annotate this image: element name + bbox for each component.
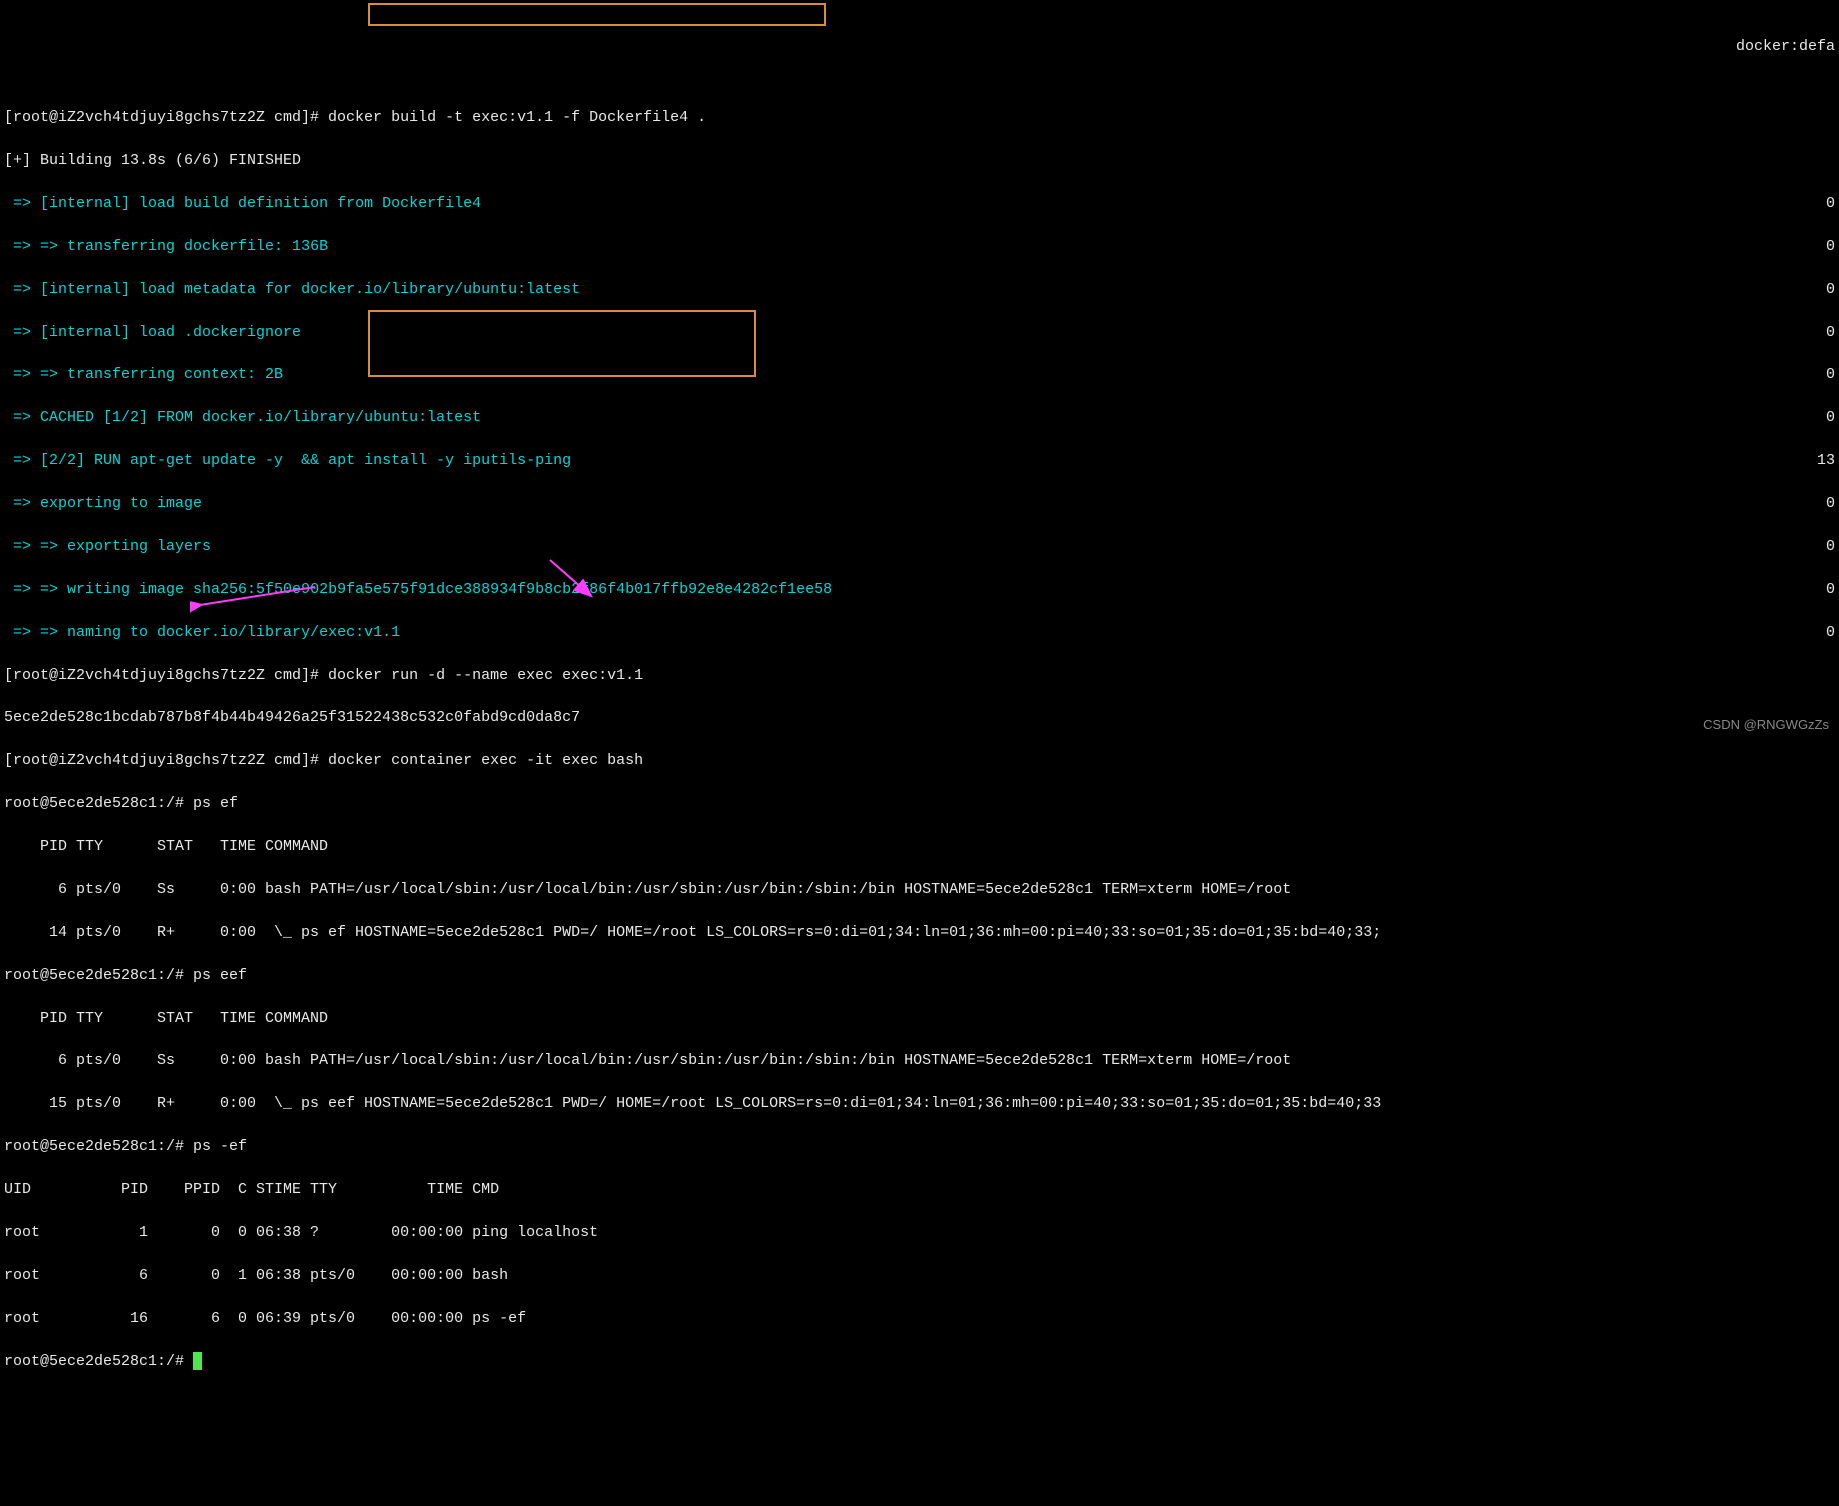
ps-row: root 1 0 0 06:38 ? 00:00:00 ping localho…	[4, 1222, 1835, 1243]
cursor-icon	[193, 1352, 202, 1370]
ps-row: root 6 0 1 06:38 pts/0 00:00:00 bash	[4, 1265, 1835, 1286]
cmd-ps-eef: root@5ece2de528c1:/# ps eef	[4, 965, 1835, 986]
ps-row: 6 pts/0 Ss 0:00 bash PATH=/usr/local/sbi…	[4, 879, 1835, 900]
ps-header: PID TTY STAT TIME COMMAND	[4, 1008, 1835, 1029]
cmd-run: [root@iZ2vch4tdjuyi8gchs7tz2Z cmd]# dock…	[4, 665, 1835, 686]
build-step: 0 => CACHED [1/2] FROM docker.io/library…	[4, 407, 1835, 428]
cmd-exec: [root@iZ2vch4tdjuyi8gchs7tz2Z cmd]# dock…	[4, 750, 1835, 771]
build-step: 0 => => writing image sha256:5f50e902b9f…	[4, 579, 1835, 600]
build-step: 0 => exporting to image	[4, 493, 1835, 514]
ps-row: root 16 6 0 06:39 pts/0 00:00:00 ps -ef	[4, 1308, 1835, 1329]
terminal-output[interactable]: [root@iZ2vch4tdjuyi8gchs7tz2Z cmd]# dock…	[0, 86, 1839, 1394]
build-step: 0 => [internal] load build definition fr…	[4, 193, 1835, 214]
build-step: 0 => => exporting layers	[4, 536, 1835, 557]
container-id: 5ece2de528c1bcdab787b8f4b44b49426a25f315…	[4, 707, 1835, 728]
build-step: 13 => [2/2] RUN apt-get update -y && apt…	[4, 450, 1835, 471]
build-status: [+] Building 13.8s (6/6) FINISHEDdocker:…	[4, 150, 1835, 171]
ps-row: 6 pts/0 Ss 0:00 bash PATH=/usr/local/sbi…	[4, 1050, 1835, 1071]
build-step: 0 => => transferring context: 2B	[4, 364, 1835, 385]
cmd-build: [root@iZ2vch4tdjuyi8gchs7tz2Z cmd]# dock…	[4, 107, 1835, 128]
watermark-text: CSDN @RNGWGzZs	[1703, 716, 1829, 735]
ps-header: PID TTY STAT TIME COMMAND	[4, 836, 1835, 857]
prompt-line[interactable]: root@5ece2de528c1:/#	[4, 1351, 1835, 1372]
build-step: 0 => [internal] load metadata for docker…	[4, 279, 1835, 300]
highlight-box-build	[368, 3, 826, 26]
cmd-ps-dash-ef: root@5ece2de528c1:/# ps -ef	[4, 1136, 1835, 1157]
ps-row: 14 pts/0 R+ 0:00 \_ ps ef HOSTNAME=5ece2…	[4, 922, 1835, 943]
build-step: 0 => [internal] load .dockerignore	[4, 322, 1835, 343]
ps-header: UID PID PPID C STIME TTY TIME CMD	[4, 1179, 1835, 1200]
cmd-ps-ef: root@5ece2de528c1:/# ps ef	[4, 793, 1835, 814]
build-step: 0 => => naming to docker.io/library/exec…	[4, 622, 1835, 643]
build-step: 0 => => transferring dockerfile: 136B	[4, 236, 1835, 257]
ps-row: 15 pts/0 R+ 0:00 \_ ps eef HOSTNAME=5ece…	[4, 1093, 1835, 1114]
